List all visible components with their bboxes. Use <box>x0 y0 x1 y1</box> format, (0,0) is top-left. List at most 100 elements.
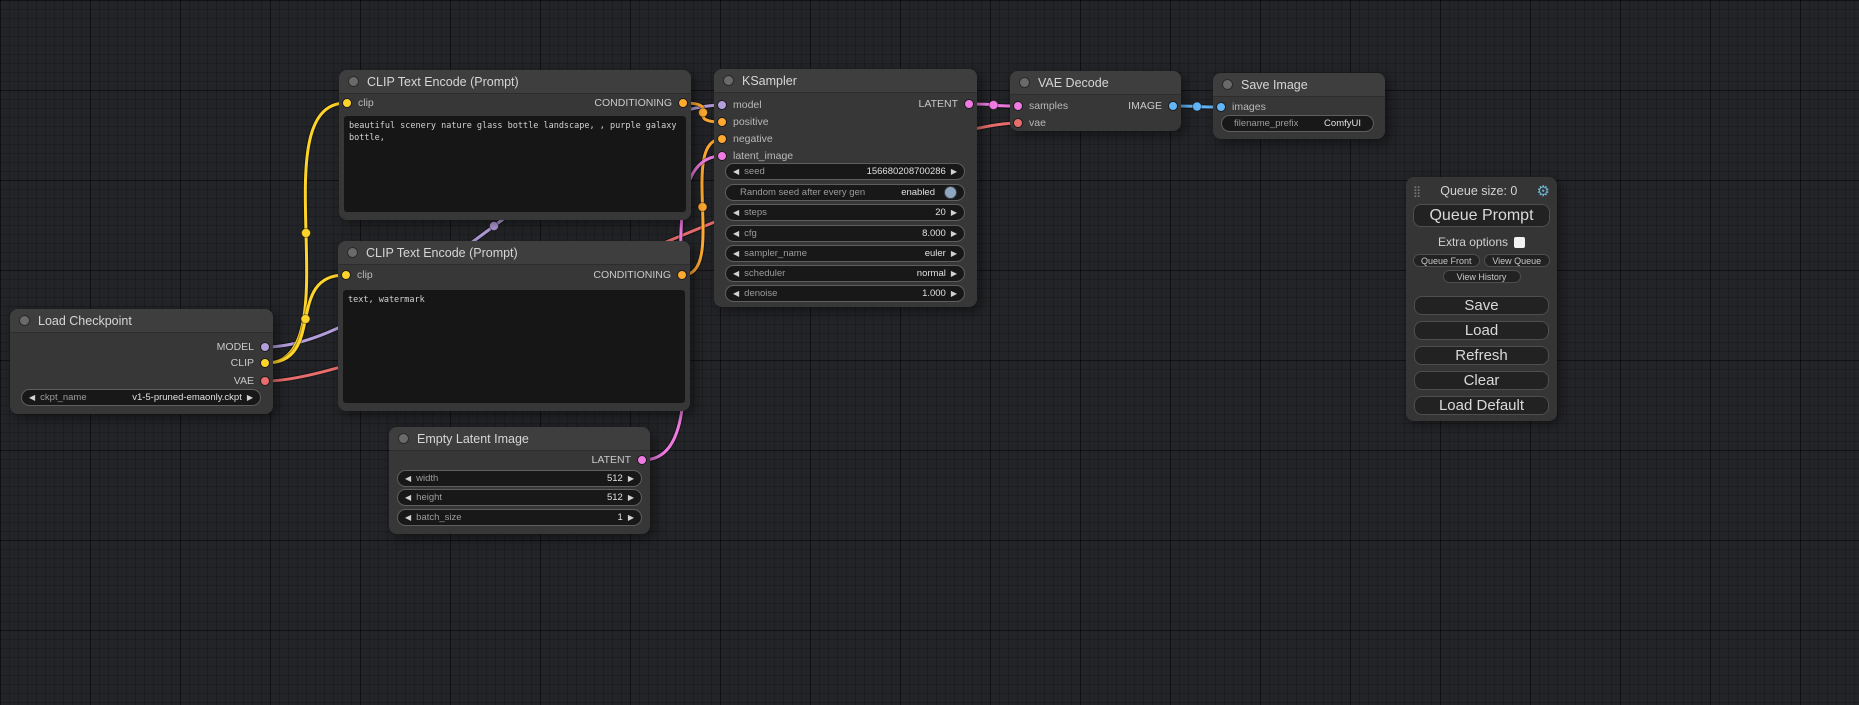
stepper-left-icon[interactable]: ◀ <box>405 475 411 483</box>
sampler-name-widget[interactable]: ◀ sampler_name euler ▶ <box>725 245 965 262</box>
extra-options-checkbox[interactable] <box>1514 237 1525 248</box>
node-collapse-dot[interactable] <box>1222 79 1233 90</box>
stepper-right-icon[interactable]: ▶ <box>951 168 957 176</box>
queue-front-button[interactable]: Queue Front <box>1413 254 1480 267</box>
comfy-menu-panel[interactable]: ⣿ Queue size: 0 ⚙ Queue Prompt Extra opt… <box>1406 177 1557 421</box>
stepper-right-icon[interactable]: ▶ <box>951 209 957 217</box>
node-clip-text-encode-2[interactable]: CLIP Text Encode (Prompt) clip CONDITION… <box>338 241 690 411</box>
scheduler-widget[interactable]: ◀ scheduler normal ▶ <box>725 265 965 282</box>
node-header[interactable]: VAE Decode <box>1010 71 1181 95</box>
stepper-left-icon[interactable]: ◀ <box>29 394 35 402</box>
stepper-right-icon[interactable]: ▶ <box>628 514 634 522</box>
cfg-widget[interactable]: ◀ cfg 8.000 ▶ <box>725 225 965 242</box>
output-port-clip: CLIP <box>231 357 270 369</box>
input-port-dot-vae[interactable] <box>1013 118 1023 128</box>
load-button[interactable]: Load <box>1414 321 1549 340</box>
port-label: CONDITIONING <box>594 97 672 109</box>
input-port-dot-model[interactable] <box>717 100 727 110</box>
node-empty-latent-image[interactable]: Empty Latent Image LATENT ◀ width 512 ▶ … <box>389 427 650 534</box>
output-port-dot-latent[interactable] <box>637 455 647 465</box>
input-port-dot-clip[interactable] <box>341 270 351 280</box>
node-collapse-dot[interactable] <box>347 247 358 258</box>
port-label: clip <box>357 269 373 281</box>
seed-widget[interactable]: ◀ seed 156680208700286 ▶ <box>725 163 965 180</box>
widget-value: 1.000 <box>922 288 946 299</box>
output-port-dot-vae[interactable] <box>260 376 270 386</box>
clear-button[interactable]: Clear <box>1414 371 1549 390</box>
height-widget[interactable]: ◀ height 512 ▶ <box>397 489 642 506</box>
stepper-left-icon[interactable]: ◀ <box>733 168 739 176</box>
output-port-dot-conditioning[interactable] <box>677 270 687 280</box>
save-button[interactable]: Save <box>1414 296 1549 315</box>
load-default-button[interactable]: Load Default <box>1414 396 1549 415</box>
stepper-left-icon[interactable]: ◀ <box>733 290 739 298</box>
input-port-dot-clip[interactable] <box>342 98 352 108</box>
node-save-image[interactable]: Save Image images filename_prefix ComfyU… <box>1213 73 1385 139</box>
input-port-dot-negative[interactable] <box>717 134 727 144</box>
node-vae-decode[interactable]: VAE Decode samples vae IMAGE <box>1010 71 1181 131</box>
view-queue-button[interactable]: View Queue <box>1484 254 1551 267</box>
node-ksampler[interactable]: KSampler model positive negative latent_… <box>714 69 977 307</box>
node-header[interactable]: Load Checkpoint <box>10 309 273 333</box>
node-header[interactable]: CLIP Text Encode (Prompt) <box>339 70 691 94</box>
output-port-latent: LATENT <box>592 454 647 466</box>
stepper-left-icon[interactable]: ◀ <box>733 209 739 217</box>
output-port-dot-model[interactable] <box>260 342 270 352</box>
node-header[interactable]: KSampler <box>714 69 977 93</box>
stepper-right-icon[interactable]: ▶ <box>628 475 634 483</box>
output-port-dot-image[interactable] <box>1168 101 1178 111</box>
output-port-dot-latent[interactable] <box>964 99 974 109</box>
node-header[interactable]: Empty Latent Image <box>389 427 650 451</box>
node-graph-canvas[interactable]: Load Checkpoint MODEL CLIP VAE ◀ ckpt_na… <box>0 0 1859 705</box>
gear-icon[interactable]: ⚙ <box>1537 184 1550 199</box>
input-port-dot-positive[interactable] <box>717 117 727 127</box>
batch-size-widget[interactable]: ◀ batch_size 1 ▶ <box>397 509 642 526</box>
ckpt-name-widget[interactable]: ◀ ckpt_name v1-5-pruned-emaonly.ckpt ▶ <box>21 389 261 406</box>
refresh-button[interactable]: Refresh <box>1414 346 1549 365</box>
view-history-button[interactable]: View History <box>1443 270 1521 283</box>
input-port-dot-images[interactable] <box>1216 102 1226 112</box>
output-port-dot-conditioning[interactable] <box>678 98 688 108</box>
stepper-right-icon[interactable]: ▶ <box>628 494 634 502</box>
node-load-checkpoint[interactable]: Load Checkpoint MODEL CLIP VAE ◀ ckpt_na… <box>10 309 273 414</box>
node-collapse-dot[interactable] <box>723 75 734 86</box>
prompt-textarea[interactable]: beautiful scenery nature glass bottle la… <box>344 116 686 212</box>
stepper-right-icon[interactable]: ▶ <box>951 290 957 298</box>
denoise-widget[interactable]: ◀ denoise 1.000 ▶ <box>725 285 965 302</box>
input-port-dot-latent-image[interactable] <box>717 151 727 161</box>
prompt-textarea[interactable]: text, watermark <box>343 290 685 403</box>
random-seed-toggle-widget[interactable]: Random seed after every gen enabled <box>725 184 965 201</box>
stepper-right-icon[interactable]: ▶ <box>247 394 253 402</box>
stepper-right-icon[interactable]: ▶ <box>951 250 957 258</box>
node-clip-text-encode-1[interactable]: CLIP Text Encode (Prompt) clip CONDITION… <box>339 70 691 220</box>
steps-widget[interactable]: ◀ steps 20 ▶ <box>725 204 965 221</box>
widget-value: 512 <box>607 492 623 503</box>
node-collapse-dot[interactable] <box>1019 77 1030 88</box>
widget-value: 512 <box>607 473 623 484</box>
node-collapse-dot[interactable] <box>348 76 359 87</box>
node-collapse-dot[interactable] <box>398 433 409 444</box>
output-port-dot-clip[interactable] <box>260 358 270 368</box>
stepper-left-icon[interactable]: ◀ <box>733 250 739 258</box>
stepper-left-icon[interactable]: ◀ <box>733 230 739 238</box>
drag-handle-icon[interactable]: ⣿ <box>1413 185 1421 198</box>
node-title: Save Image <box>1241 78 1308 92</box>
input-port-dot-samples[interactable] <box>1013 101 1023 111</box>
node-collapse-dot[interactable] <box>19 315 30 326</box>
filename-prefix-widget[interactable]: filename_prefix ComfyUI <box>1221 115 1374 132</box>
node-header[interactable]: CLIP Text Encode (Prompt) <box>338 241 690 265</box>
queue-prompt-button[interactable]: Queue Prompt <box>1413 204 1550 227</box>
widget-value: v1-5-pruned-emaonly.ckpt <box>132 392 242 403</box>
stepper-left-icon[interactable]: ◀ <box>733 270 739 278</box>
stepper-right-icon[interactable]: ▶ <box>951 270 957 278</box>
output-port-latent: LATENT <box>919 98 974 110</box>
width-widget[interactable]: ◀ width 512 ▶ <box>397 470 642 487</box>
node-header[interactable]: Save Image <box>1213 73 1385 97</box>
widget-value: enabled <box>901 187 935 198</box>
node-title: Load Checkpoint <box>38 314 132 328</box>
stepper-left-icon[interactable]: ◀ <box>405 494 411 502</box>
stepper-left-icon[interactable]: ◀ <box>405 514 411 522</box>
stepper-right-icon[interactable]: ▶ <box>951 230 957 238</box>
toggle-indicator[interactable] <box>944 186 957 199</box>
input-port-clip: clip <box>341 269 373 281</box>
